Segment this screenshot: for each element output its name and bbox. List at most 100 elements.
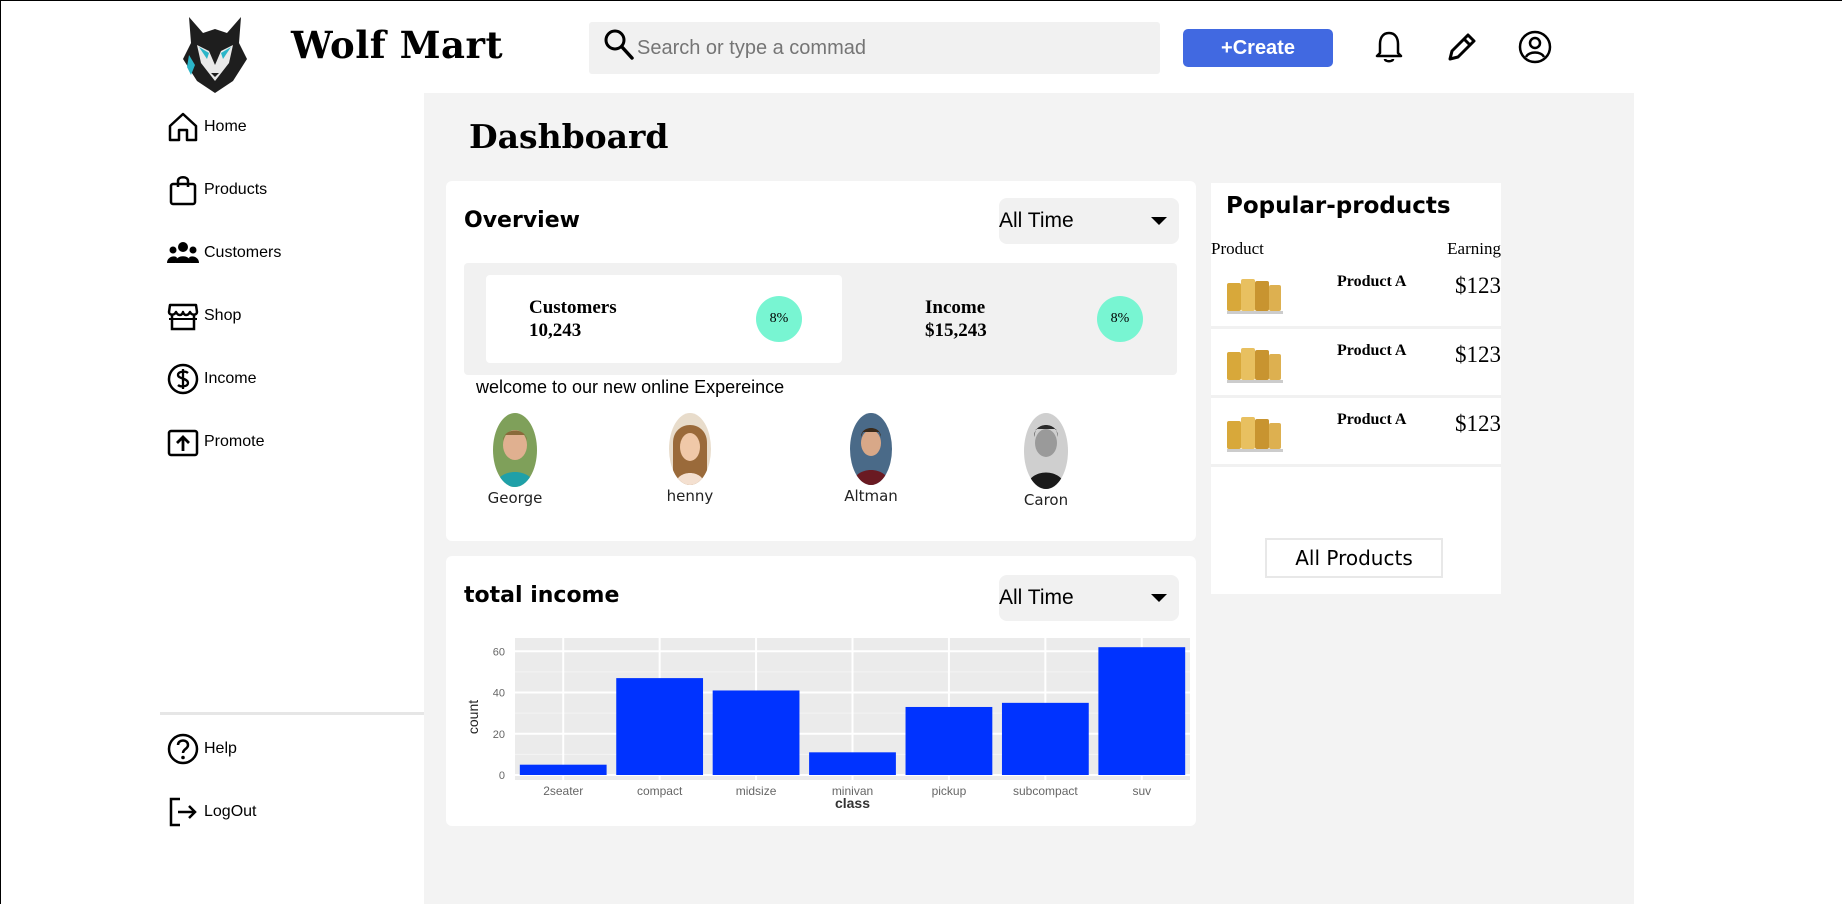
sidebar-divider bbox=[160, 712, 424, 715]
caret-down-icon bbox=[1151, 217, 1167, 225]
popular-products-card: Popular-products Product Earning Product… bbox=[1211, 183, 1501, 594]
sidebar-item-label: Shop bbox=[204, 307, 242, 324]
product-thumbnail bbox=[1227, 417, 1283, 452]
bar bbox=[616, 678, 704, 775]
search-input[interactable] bbox=[637, 22, 1137, 74]
y-tick-label: 0 bbox=[499, 770, 505, 782]
stat-customers: Customers 10,243 8% bbox=[486, 275, 842, 363]
bell-icon[interactable] bbox=[1371, 29, 1407, 65]
sidebar: Home Products Customers Shop Income Prom… bbox=[160, 93, 424, 904]
product-earning: $123 bbox=[1455, 342, 1501, 367]
product-name: Product A bbox=[1337, 273, 1407, 290]
change-badge: 8% bbox=[1097, 296, 1143, 342]
welcome-message: welcome to our new online Expereince bbox=[476, 377, 785, 397]
overview-time-filter[interactable]: All Time bbox=[999, 198, 1179, 244]
sidebar-item-label: Income bbox=[204, 370, 257, 387]
income-time-filter[interactable]: All Time bbox=[999, 575, 1179, 621]
x-tick-label: compact bbox=[637, 784, 683, 798]
sidebar-item-label: LogOut bbox=[204, 803, 257, 820]
search-bar[interactable] bbox=[589, 22, 1160, 74]
avatar bbox=[493, 413, 537, 487]
stat-value: 10,243 bbox=[529, 320, 582, 341]
person-name: Caron bbox=[1023, 491, 1069, 509]
person-name: henny bbox=[666, 487, 714, 505]
sidebar-item-shop[interactable]: Shop bbox=[166, 296, 241, 336]
y-tick-label: 20 bbox=[493, 729, 505, 741]
logout-icon bbox=[169, 797, 197, 827]
stat-income: Income $15,243 8% bbox=[854, 275, 1176, 363]
bar bbox=[809, 752, 896, 775]
product-row[interactable]: Product A $123 bbox=[1211, 400, 1501, 467]
product-row[interactable]: Product A $123 bbox=[1211, 262, 1501, 329]
help-circle-icon bbox=[167, 733, 199, 765]
main-content: Dashboard Overview All Time Customers 10… bbox=[424, 93, 1634, 904]
product-earning: $123 bbox=[1455, 273, 1501, 298]
bar bbox=[905, 706, 993, 775]
sidebar-item-home[interactable]: Home bbox=[166, 107, 247, 147]
person-name: Altman bbox=[844, 487, 898, 505]
product-thumbnail bbox=[1227, 279, 1283, 314]
product-earning: $123 bbox=[1455, 411, 1501, 436]
stats-panel: Customers 10,243 8% Income $15,243 8% bbox=[464, 263, 1177, 375]
sidebar-item-income[interactable]: Income bbox=[166, 359, 256, 399]
avatar bbox=[1024, 413, 1068, 489]
top-bar: Wolf Mart +Create bbox=[1, 1, 1842, 93]
bar bbox=[1098, 647, 1186, 775]
store-icon bbox=[167, 303, 199, 331]
change-badge: 8% bbox=[756, 296, 802, 342]
user-circle-icon[interactable] bbox=[1517, 29, 1553, 65]
sidebar-item-products[interactable]: Products bbox=[166, 170, 267, 210]
overview-card: Overview All Time Customers 10,243 8% In… bbox=[446, 181, 1196, 541]
x-tick-label: suv bbox=[1132, 784, 1151, 798]
all-products-button[interactable]: All Products bbox=[1265, 538, 1443, 578]
person-card[interactable]: Caron bbox=[986, 413, 1106, 509]
person-card[interactable]: henny bbox=[630, 413, 750, 505]
popular-title: Popular-products bbox=[1226, 193, 1451, 219]
edit-pencil-icon[interactable] bbox=[1444, 29, 1480, 65]
sidebar-item-label: Home bbox=[204, 118, 247, 135]
col-header-earning: Earning bbox=[1447, 239, 1501, 258]
y-tick-label: 40 bbox=[493, 688, 505, 700]
product-row[interactable]: Product A $123 bbox=[1211, 331, 1501, 398]
sidebar-item-label: Promote bbox=[204, 433, 265, 450]
avatar bbox=[669, 413, 711, 485]
filter-value: All Time bbox=[999, 586, 1074, 609]
sidebar-item-promote[interactable]: Promote bbox=[166, 422, 264, 462]
sidebar-item-label: Products bbox=[204, 181, 268, 198]
shopping-bag-icon bbox=[169, 176, 197, 206]
x-axis-label: class bbox=[835, 795, 870, 811]
product-name: Product A bbox=[1337, 342, 1407, 359]
x-tick-label: subcompact bbox=[1013, 784, 1078, 798]
product-name: Product A bbox=[1337, 411, 1407, 428]
upload-box-icon bbox=[167, 429, 199, 457]
stat-label: Customers bbox=[529, 297, 617, 318]
person-name: George bbox=[487, 489, 543, 507]
caret-down-icon bbox=[1151, 594, 1167, 602]
sidebar-item-logout[interactable]: LogOut bbox=[166, 792, 256, 832]
brand-name: Wolf Mart bbox=[291, 23, 504, 67]
y-tick-label: 60 bbox=[493, 646, 505, 658]
product-thumbnail bbox=[1227, 348, 1283, 383]
search-icon bbox=[604, 29, 634, 60]
person-card[interactable]: Altman bbox=[811, 413, 931, 505]
home-icon bbox=[168, 112, 198, 142]
sidebar-item-label: Customers bbox=[204, 244, 282, 261]
create-button[interactable]: +Create bbox=[1183, 29, 1333, 67]
y-axis-label: count bbox=[465, 700, 481, 734]
sidebar-item-help[interactable]: Help bbox=[166, 729, 237, 769]
income-bar-chart: 02040602seater compact midsize minivan picku… bbox=[465, 638, 1190, 811]
x-tick-label: 2seater bbox=[543, 784, 583, 798]
stat-value: $15,243 bbox=[925, 320, 987, 341]
x-tick-label: midsize bbox=[736, 784, 777, 798]
sidebar-item-customers[interactable]: Customers bbox=[166, 233, 281, 273]
users-icon bbox=[167, 242, 199, 263]
bar bbox=[1001, 702, 1089, 775]
stat-label: Income bbox=[925, 297, 986, 318]
page-title: Dashboard bbox=[469, 117, 669, 156]
total-income-card: total income All Time 0 20 40 60 2seater comp… bbox=[446, 556, 1196, 826]
wolf-logo-icon bbox=[183, 17, 247, 93]
sidebar-item-label: Help bbox=[204, 740, 237, 757]
person-card[interactable]: George bbox=[455, 413, 575, 507]
bar bbox=[712, 690, 800, 775]
avatar bbox=[850, 413, 892, 485]
